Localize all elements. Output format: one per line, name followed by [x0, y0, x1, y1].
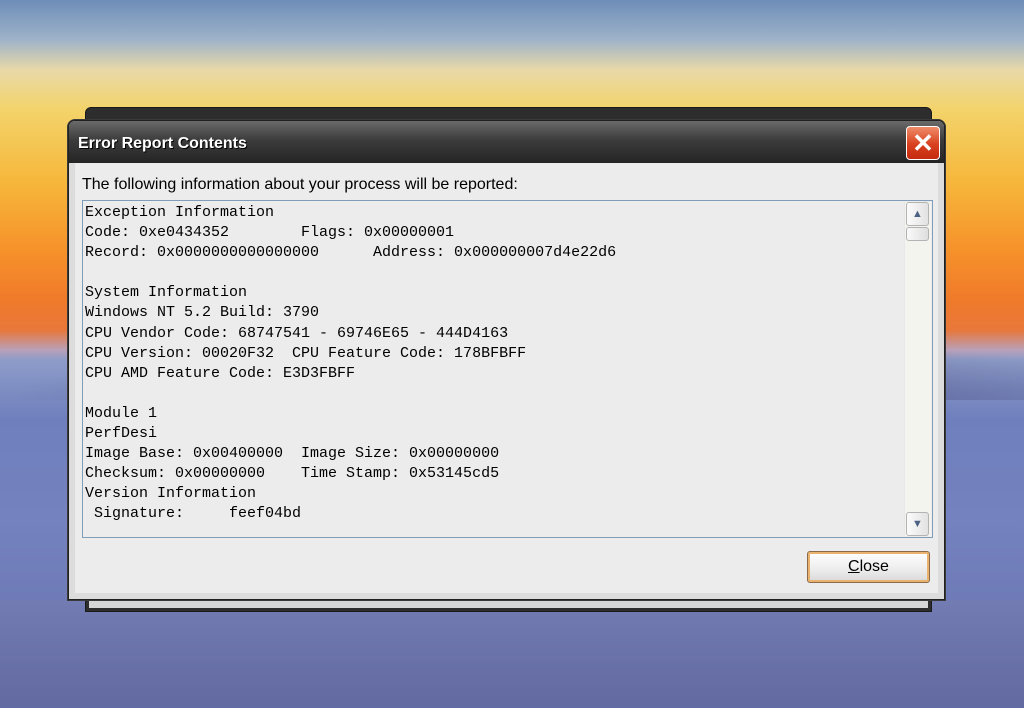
report-content: Exception Information Code: 0xe0434352 Fl…: [85, 203, 904, 535]
vertical-scrollbar[interactable]: ▲ ▼: [904, 202, 931, 536]
report-line: Record: 0x0000000000000000 Address: 0x00…: [85, 244, 617, 262]
report-line: CPU Version: 00020F32 CPU Feature Code: …: [85, 344, 527, 362]
scroll-down-arrow-icon[interactable]: ▼: [906, 512, 929, 536]
report-textbox[interactable]: Exception Information Code: 0xe0434352 Fl…: [82, 200, 933, 538]
close-icon[interactable]: ✕: [906, 126, 940, 160]
report-line: Signature: feef04bd: [85, 505, 302, 523]
close-button[interactable]: Close: [807, 551, 930, 583]
report-line: Code: 0xe0434352 Flags: 0x00000001: [85, 224, 455, 242]
report-line: Version Information: [85, 485, 257, 503]
snow-road: [0, 600, 1024, 708]
close-button-label: lose: [859, 558, 889, 575]
report-line: CPU Vendor Code: 68747541 - 69746E65 - 4…: [85, 324, 509, 342]
report-line: [85, 384, 904, 404]
report-line: [85, 263, 904, 283]
report-line: System Information: [85, 284, 248, 302]
dialog-client-area: The following information about your pro…: [75, 163, 938, 593]
dialog-title: Error Report Contents: [78, 135, 247, 152]
close-button-accel: C: [848, 558, 860, 575]
report-line: Windows NT 5.2 Build: 3790: [85, 304, 320, 322]
title-bar[interactable]: Error Report Contents ✕: [69, 121, 944, 163]
report-line: Module 1: [85, 404, 158, 422]
report-line: PerfDesi: [85, 425, 158, 443]
report-line: Image Base: 0x00400000 Image Size: 0x000…: [85, 445, 500, 463]
intro-text: The following information about your pro…: [82, 176, 518, 193]
report-line: Exception Information: [85, 204, 275, 221]
scroll-up-arrow-icon[interactable]: ▲: [906, 202, 929, 226]
error-report-dialog: Error Report Contents ✕ The following in…: [68, 120, 945, 600]
report-line: Checksum: 0x00000000 Time Stamp: 0x53145…: [85, 465, 500, 483]
report-line: CPU AMD Feature Code: E3D3FBFF: [85, 364, 356, 382]
scroll-thumb[interactable]: [906, 227, 929, 241]
